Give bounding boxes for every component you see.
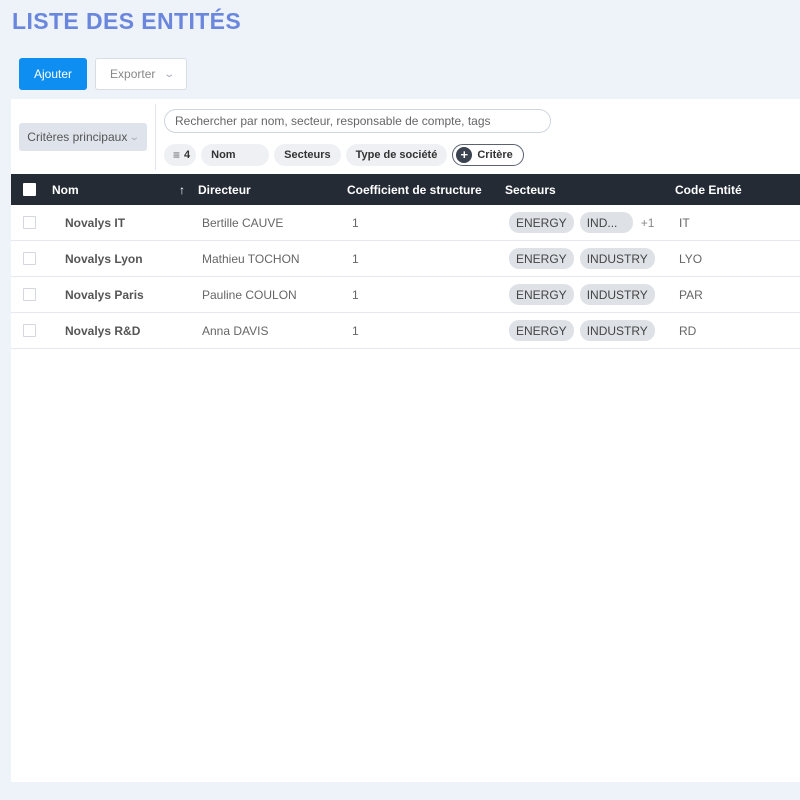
entities-table: Nom ↑ Directeur Coefficient de structure… [11,174,800,349]
sort-asc-icon[interactable]: ↑ [179,174,185,205]
row-checkbox[interactable] [23,205,36,240]
cell-directeur: Anna DAVIS [202,323,269,338]
cell-secteurs: ENERGY IND... +1 [509,205,654,240]
sector-tag: INDUSTRY [579,284,655,305]
sector-tag: ENERGY [509,284,574,305]
cell-nom[interactable]: Novalys IT [65,205,125,240]
filter-count: 4 [184,149,191,161]
table-row[interactable]: Novalys IT Bertille CAUVE 1 ENERGY IND..… [11,205,800,241]
criteria-label: Critères principaux [27,130,128,144]
cell-secteurs: ENERGY INDUSTRY [509,313,655,348]
row-checkbox[interactable] [23,277,36,312]
cell-coefficient: 1 [352,287,359,302]
plus-circle-icon: + [456,147,473,163]
main-criteria-dropdown[interactable]: Critères principaux ⌄ [19,123,147,151]
more-tags-count[interactable]: +1 [641,216,655,230]
cell-nom[interactable]: Novalys Paris [65,277,144,312]
chevron-down-icon: ⌄ [163,68,176,80]
cell-code: IT [679,215,690,230]
filter-count-chip[interactable]: ≡ 4 [164,144,197,166]
export-button[interactable]: Exporter ⌄ [95,58,187,90]
divider [155,104,156,170]
chip-secteurs[interactable]: Secteurs [274,144,341,166]
col-header-nom[interactable]: Nom [52,174,79,205]
search-input[interactable] [164,109,551,133]
chevron-down-icon: ⌄ [128,131,141,143]
entities-panel: Critères principaux ⌄ ≡ 4 Nom Secteurs T… [11,99,800,782]
add-criteria-button[interactable]: + Critère [452,144,524,166]
cell-nom[interactable]: Novalys R&D [65,313,140,348]
select-all-checkbox[interactable] [23,174,36,205]
cell-directeur: Bertille CAUVE [202,215,284,230]
row-checkbox[interactable] [23,313,36,348]
cell-code: RD [679,323,697,338]
cell-secteurs: ENERGY INDUSTRY [509,241,655,276]
add-criteria-label: Critère [477,149,513,161]
col-header-coefficient[interactable]: Coefficient de structure [347,174,482,205]
cell-code: LYO [679,251,703,266]
sector-tag: INDUSTRY [579,320,655,341]
col-header-code[interactable]: Code Entité [675,174,742,205]
chip-nom[interactable]: Nom [201,144,270,166]
table-header: Nom ↑ Directeur Coefficient de structure… [11,174,800,205]
col-header-secteurs[interactable]: Secteurs [505,174,556,205]
page-title: LISTE DES ENTITÉS [12,8,242,34]
col-header-directeur[interactable]: Directeur [198,174,251,205]
table-row[interactable]: Novalys Lyon Mathieu TOCHON 1 ENERGY IND… [11,241,800,277]
cell-coefficient: 1 [352,251,359,266]
sector-tag: ENERGY [509,248,574,269]
sector-tag: IND... [579,212,633,233]
add-button[interactable]: Ajouter [19,58,88,90]
cell-secteurs: ENERGY INDUSTRY [509,277,655,312]
filter-chips: ≡ 4 Nom Secteurs Type de société + Critè… [164,144,524,166]
filter-icon: ≡ [173,148,181,162]
chip-type-societe[interactable]: Type de société [345,144,448,166]
cell-coefficient: 1 [352,323,359,338]
row-checkbox[interactable] [23,241,36,276]
sector-tag: ENERGY [509,320,574,341]
sector-tag: ENERGY [509,212,574,233]
export-label: Exporter [110,67,156,81]
sector-tag: INDUSTRY [579,248,655,269]
cell-coefficient: 1 [352,215,359,230]
table-row[interactable]: Novalys R&D Anna DAVIS 1 ENERGY INDUSTRY… [11,313,800,349]
cell-nom[interactable]: Novalys Lyon [65,241,143,276]
cell-directeur: Pauline COULON [202,287,297,302]
cell-directeur: Mathieu TOCHON [202,251,300,266]
toolbar: Ajouter Exporter ⌄ [19,58,187,90]
cell-code: PAR [679,287,703,302]
table-row[interactable]: Novalys Paris Pauline COULON 1 ENERGY IN… [11,277,800,313]
